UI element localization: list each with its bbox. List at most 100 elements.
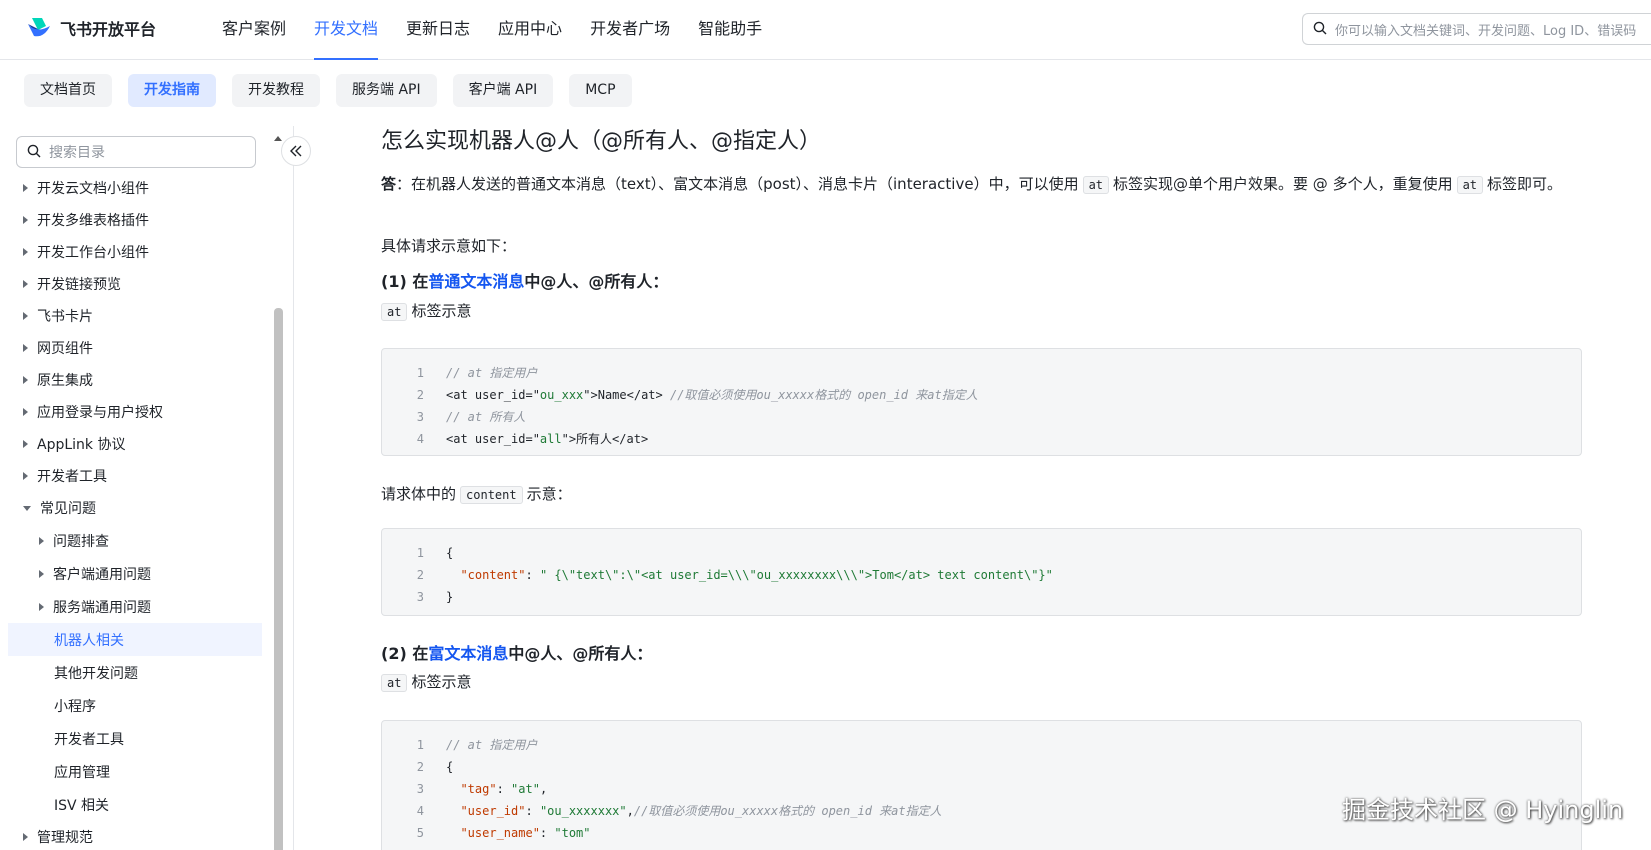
sidebar-item-label: 问题排查: [53, 533, 109, 550]
subnav-server-api[interactable]: 服务端 API: [336, 74, 437, 107]
line-number: 3: [416, 782, 424, 796]
sidebar-item[interactable]: 开发者工具: [0, 460, 262, 492]
section-heading-plain-text: (1) 在普通文本消息中@人、@所有人：: [381, 268, 668, 292]
caret-right-icon[interactable]: [39, 602, 44, 611]
subnav-mcp[interactable]: MCP: [569, 74, 632, 107]
section2-prefix: (2) 在: [381, 644, 429, 663]
line-number: 2: [416, 760, 424, 774]
inline-code-at: at: [381, 674, 408, 692]
caret-right-icon[interactable]: [39, 536, 44, 545]
sidebar-item-label: 原生集成: [37, 373, 93, 389]
scroll-up-arrow-icon[interactable]: [274, 136, 282, 141]
scrollbar-thumb[interactable]: [274, 308, 283, 850]
code-token: {: [446, 546, 454, 560]
tag-desc-1: at 标签示意: [377, 297, 471, 326]
sidebar-item[interactable]: 小程序: [0, 689, 262, 722]
caret-right-icon[interactable]: [23, 376, 28, 384]
sidebar-item[interactable]: 网页组件: [0, 332, 262, 364]
sidebar-item[interactable]: 原生集成: [0, 364, 262, 396]
caret-right-icon[interactable]: [23, 248, 28, 256]
line-number: 1: [416, 738, 424, 752]
rich-text-message-link[interactable]: 富文本消息: [428, 644, 508, 663]
caret-right-icon[interactable]: [23, 280, 28, 288]
sidebar-item-label: 开发云文档小组件: [37, 181, 149, 197]
code-token: "tag": [446, 782, 497, 796]
code-token: :: [525, 804, 540, 818]
subnav-client-api[interactable]: 客户端 API: [452, 74, 554, 107]
sidebar-item[interactable]: 管理规范: [0, 821, 262, 850]
code-token: "content": [446, 568, 526, 582]
code-text: // at 所有人: [424, 406, 525, 428]
answer-text-3: 标签即可。: [1487, 175, 1563, 193]
sidebar-item-label: 开发者工具: [54, 731, 124, 748]
search-icon: [1313, 20, 1327, 39]
section1-suffix: 中@人、@所有人：: [524, 272, 669, 291]
code-text: "user_name": "tom": [424, 822, 591, 844]
nav-dev-docs[interactable]: 开发文档: [300, 0, 392, 60]
sidebar-item-label: 应用登录与用户授权: [37, 405, 163, 421]
sidebar-item[interactable]: 其他开发问题: [0, 656, 262, 689]
caret-right-icon[interactable]: [23, 216, 28, 224]
sidebar-item[interactable]: ISV 相关: [0, 788, 262, 821]
caret-right-icon[interactable]: [39, 569, 44, 578]
sidebar-item-label: 小程序: [54, 698, 96, 715]
sidebar-item[interactable]: 开发者工具: [0, 722, 262, 755]
sidebar-item[interactable]: 开发云文档小组件: [0, 172, 262, 204]
code-text: "content": " {\"text\":\"<at user_id=\\\…: [424, 564, 1052, 586]
sidebar-item[interactable]: 开发链接预览: [0, 268, 262, 300]
top-navigation-bar: 飞书开放平台 客户案例 开发文档 更新日志 应用中心 开发者广场 智能助手 你可…: [0, 0, 1651, 60]
code-block-rich-text[interactable]: 1// at 指定用户 2{3 "tag": "at", 4 "user_id": …: [381, 720, 1582, 850]
line-number: 2: [416, 388, 424, 402]
caret-right-icon[interactable]: [23, 472, 28, 480]
nav-developer-square[interactable]: 开发者广场: [576, 0, 684, 60]
code-token: "tom": [554, 826, 591, 840]
nav-app-center[interactable]: 应用中心: [484, 0, 576, 60]
caret-right-icon[interactable]: [23, 408, 28, 416]
code-line: 3 // at 所有人: [382, 406, 1581, 428]
sidebar-item[interactable]: 应用管理: [0, 755, 262, 788]
docs-subnav: 文档首页 开发指南 开发教程 服务端 API 客户端 API MCP: [24, 74, 632, 107]
inline-code-content: content: [460, 486, 523, 504]
sidebar-item[interactable]: 服务端通用问题: [0, 590, 262, 623]
code-token: ">Name</at>: [583, 388, 670, 402]
nav-smart-assistant[interactable]: 智能助手: [684, 0, 776, 60]
nav-changelog[interactable]: 更新日志: [392, 0, 484, 60]
code-text: "user_id": "ou_xxxxxxx",//取值必须使用ou_xxxxx…: [424, 800, 941, 822]
code-block-at-tag[interactable]: 1// at 指定用户 2 <at user_id="ou_xxx">Name</a…: [381, 348, 1582, 456]
line-number: 4: [416, 804, 424, 818]
caret-right-icon[interactable]: [23, 184, 28, 192]
global-search-input[interactable]: 你可以输入文档关键词、开发问题、Log ID、错误码: [1302, 13, 1651, 45]
sidebar-item[interactable]: AppLink 协议: [0, 428, 262, 460]
subnav-docs-home[interactable]: 文档首页: [24, 74, 112, 107]
sidebar-item[interactable]: 客户端通用问题: [0, 557, 262, 590]
answer-label: 答: [381, 175, 397, 193]
logo-text: 飞书开放平台: [60, 20, 157, 39]
sidebar-item[interactable]: 常见问题: [0, 492, 262, 524]
collapse-sidebar-button[interactable]: [281, 136, 311, 166]
nav-customer-cases[interactable]: 客户案例: [208, 0, 300, 60]
code-token: :: [525, 568, 540, 582]
caret-down-icon[interactable]: [23, 505, 31, 511]
subnav-dev-tutorial[interactable]: 开发教程: [232, 74, 320, 107]
search-placeholder: 你可以输入文档关键词、开发问题、Log ID、错误码: [1335, 23, 1637, 39]
subnav-dev-guide[interactable]: 开发指南: [128, 74, 216, 107]
sidebar-item[interactable]: 开发多维表格插件: [0, 204, 262, 236]
tag-desc-text: 标签示意: [411, 302, 472, 320]
sidebar-item[interactable]: 开发工作台小组件: [0, 236, 262, 268]
inline-code-at: at: [381, 303, 408, 321]
caret-right-icon[interactable]: [23, 833, 28, 841]
caret-right-icon[interactable]: [23, 344, 28, 352]
sidebar-scrollbar[interactable]: [274, 136, 284, 850]
brand-logo[interactable]: 飞书开放平台: [26, 16, 156, 40]
caret-right-icon[interactable]: [23, 440, 28, 448]
sidebar-item[interactable]: 应用登录与用户授权: [0, 396, 262, 428]
code-block-request-body[interactable]: 1{2 "content": " {\"text\":\"<at user_id…: [381, 528, 1582, 616]
sidebar-item-selected[interactable]: 机器人相关: [8, 623, 262, 656]
sidebar-search-input[interactable]: 搜索目录: [16, 136, 256, 168]
sidebar-item[interactable]: 飞书卡片: [0, 300, 262, 332]
sidebar-item-label: 常见问题: [40, 501, 96, 517]
code-line: 2{: [382, 756, 1581, 778]
plain-text-message-link[interactable]: 普通文本消息: [428, 272, 524, 291]
caret-right-icon[interactable]: [23, 312, 28, 320]
sidebar-item[interactable]: 问题排查: [0, 524, 262, 557]
